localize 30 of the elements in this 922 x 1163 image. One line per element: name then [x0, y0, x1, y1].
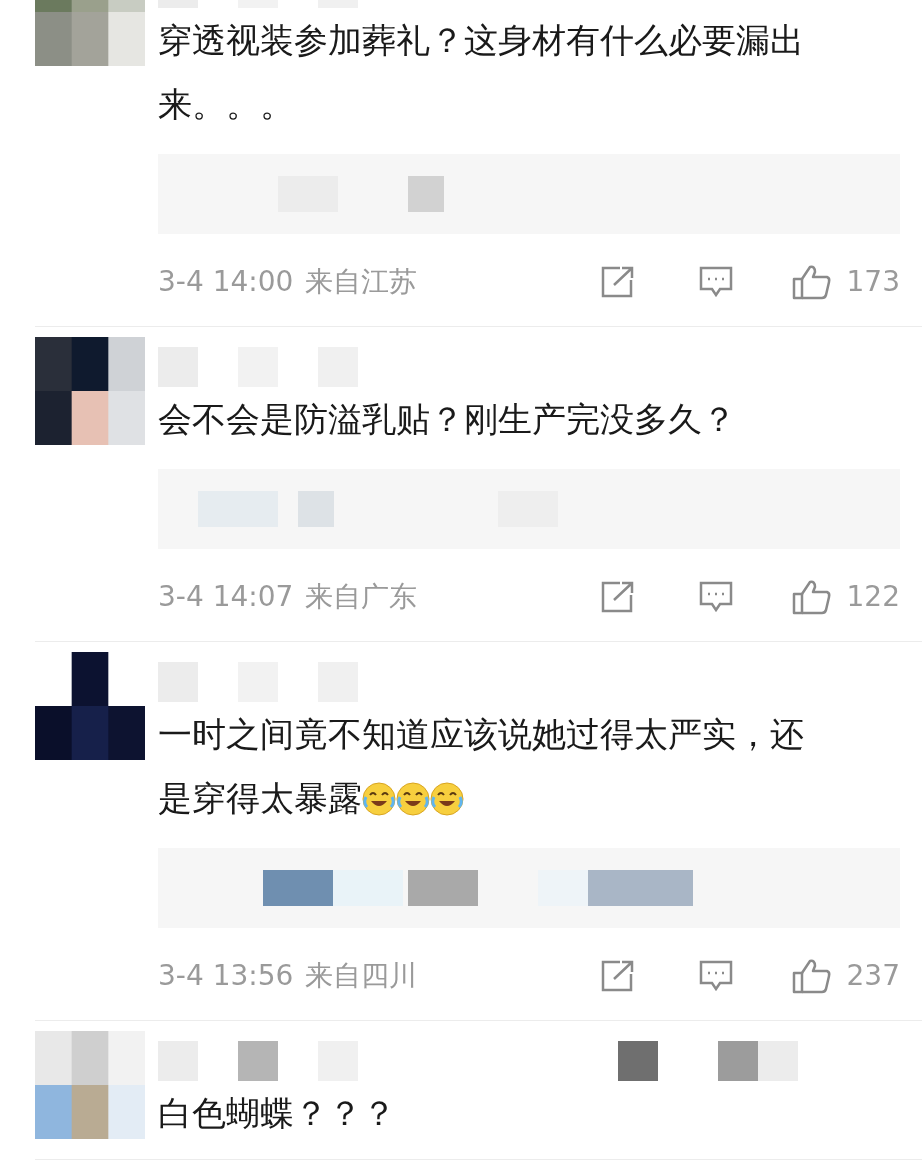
comment-time: 3-4 14:07: [158, 579, 294, 615]
like-count: 122: [846, 579, 900, 615]
comment-text: 白色蝴蝶？？？: [158, 1092, 397, 1135]
laughing-crying-emoji-icon: [430, 782, 464, 816]
like-count: 173: [846, 264, 900, 300]
comment-text: 穿透视装参加葬礼？这身材有什么必要漏出: [158, 19, 805, 62]
comment-location: 来自江苏: [305, 264, 418, 300]
laughing-crying-emoji-icon: [396, 782, 430, 816]
comment-location: 来自广东: [305, 579, 418, 615]
comment-text: 是穿得太暴露: [158, 766, 900, 830]
comment-time: 3-4 14:00: [158, 264, 294, 300]
comment-location: 来自四川: [305, 958, 418, 994]
redacted-reply-preview[interactable]: [158, 848, 900, 928]
comment-icon[interactable]: [698, 265, 734, 299]
comment-icon[interactable]: [698, 959, 734, 993]
laughing-crying-emoji-icon: [362, 782, 396, 816]
comment-icon[interactable]: [698, 580, 734, 614]
share-icon[interactable]: [600, 959, 636, 993]
comment-time: 3-4 13:56: [158, 958, 294, 994]
pixelated-avatar[interactable]: [35, 652, 145, 760]
thumbs-up-icon[interactable]: [792, 579, 832, 615]
thumbs-up-icon[interactable]: [792, 264, 832, 300]
pixelated-avatar[interactable]: [35, 337, 145, 445]
thumbs-up-icon[interactable]: [792, 958, 832, 994]
like-count: 237: [846, 958, 900, 994]
comment-text: 来。。。: [158, 83, 295, 126]
comment-text: 会不会是防溢乳贴？刚生产完没多久？: [158, 398, 737, 441]
share-icon[interactable]: [600, 265, 636, 299]
share-icon[interactable]: [600, 580, 636, 614]
comment-text: 一时之间竟不知道应该说她过得太严实，还: [158, 713, 805, 756]
